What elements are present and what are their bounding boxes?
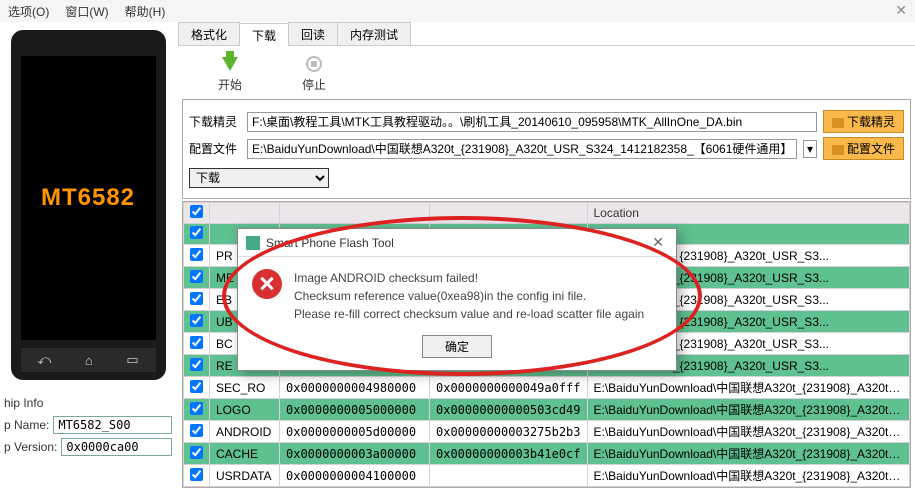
chip-info: hip Info p Name: p Version: — [0, 392, 176, 464]
download-agent-label: 下载精灵 — [189, 113, 241, 130]
phone-navbar: ⤺ ⌂ ▭ — [21, 348, 156, 372]
tab-readback[interactable]: 回读 — [288, 22, 338, 45]
end-addr: 0x00000000003275b2b3 — [430, 421, 588, 443]
tab-memtest[interactable]: 内存测试 — [337, 22, 411, 45]
table-row[interactable]: SEC_RO0x00000000049800000x0000000000049a… — [184, 377, 910, 399]
app-icon — [246, 236, 260, 250]
recent-icon: ▭ — [126, 352, 138, 368]
phone-illustration: MT6582 ⤺ ⌂ ▭ — [11, 30, 166, 380]
home-icon: ⌂ — [85, 353, 93, 368]
table-row[interactable]: LOGO0x00000000050000000x00000000000503cd… — [184, 399, 910, 421]
dialog-message: Image ANDROID checksum failed! Checksum … — [294, 269, 644, 323]
row-checkbox[interactable] — [190, 380, 203, 393]
part-name: USRDATA — [210, 465, 280, 487]
config-area: 下载精灵 下载精灵 配置文件 ▾ 配置文件 下载 — [182, 99, 911, 199]
ok-button[interactable]: 确定 — [422, 335, 492, 358]
close-icon[interactable]: ✕ — [895, 2, 907, 19]
row-checkbox[interactable] — [190, 226, 203, 239]
stop-label: 停止 — [302, 76, 326, 93]
end-addr: 0x00000000003b41e0cf — [430, 443, 588, 465]
chip-name-label: p Name: — [4, 418, 49, 432]
chip-version-field[interactable] — [61, 438, 172, 456]
row-checkbox[interactable] — [190, 292, 203, 305]
start-button[interactable]: 开始 — [218, 54, 242, 93]
row-checkbox[interactable] — [190, 468, 203, 481]
row-checkbox[interactable] — [190, 424, 203, 437]
start-icon — [222, 57, 238, 71]
row-checkbox[interactable] — [190, 336, 203, 349]
scatter-file-label: 配置文件 — [189, 140, 241, 157]
stop-button[interactable]: 停止 — [302, 54, 326, 93]
tab-format[interactable]: 格式化 — [178, 22, 240, 45]
download-mode-select[interactable]: 下载 — [189, 168, 329, 188]
row-checkbox[interactable] — [190, 402, 203, 415]
back-icon: ⤺ — [37, 352, 51, 368]
row-checkbox[interactable] — [190, 358, 203, 371]
part-name: SEC_RO — [210, 377, 280, 399]
dropdown-icon[interactable]: ▾ — [803, 140, 817, 158]
col-begin[interactable] — [280, 203, 430, 224]
col-end[interactable] — [430, 203, 588, 224]
end-addr: 0x0000000000049a0fff — [430, 377, 588, 399]
dialog-title: Smart Phone Flash Tool — [266, 236, 648, 250]
select-all-checkbox[interactable] — [190, 205, 203, 218]
dialog-close-icon[interactable]: ✕ — [648, 234, 668, 251]
row-checkbox[interactable] — [190, 270, 203, 283]
col-name[interactable] — [210, 203, 280, 224]
begin-addr: 0x0000000004980000 — [280, 377, 430, 399]
end-addr — [430, 465, 588, 487]
download-agent-path[interactable] — [247, 112, 817, 132]
part-name: LOGO — [210, 399, 280, 421]
row-checkbox[interactable] — [190, 314, 203, 327]
download-agent-browse[interactable]: 下载精灵 — [823, 110, 904, 133]
folder-icon — [832, 118, 844, 128]
begin-addr: 0x0000000005000000 — [280, 399, 430, 421]
error-dialog: Smart Phone Flash Tool ✕ Image ANDROID c… — [237, 228, 677, 371]
stop-icon — [306, 56, 322, 72]
end-addr: 0x00000000000503cd49 — [430, 399, 588, 421]
scatter-file-path[interactable] — [247, 139, 797, 159]
error-icon — [252, 269, 282, 299]
tab-download[interactable]: 下载 — [239, 23, 289, 46]
location: E:\BaiduYunDownload\中国联想A320t_{231908}_A… — [587, 443, 910, 465]
part-name: ANDROID — [210, 421, 280, 443]
location: E:\BaiduYunDownload\中国联想A320t_{231908}_A… — [587, 421, 910, 443]
chip-name-field[interactable] — [53, 416, 172, 434]
chip-info-title: hip Info — [4, 396, 172, 410]
begin-addr: 0x0000000005d00000 — [280, 421, 430, 443]
menu-help[interactable]: 帮助(H) — [125, 3, 166, 20]
table-row[interactable]: USRDATA0x0000000004100000 E:\BaiduYunDown… — [184, 465, 910, 487]
begin-addr: 0x0000000004100000 — [280, 465, 430, 487]
toolbar: 开始 停止 — [178, 46, 915, 97]
location: E:\BaiduYunDownload\中国联想A320t_{231908}_A… — [587, 399, 910, 421]
table-row[interactable]: CACHE0x0000000003a000000x00000000003b41e… — [184, 443, 910, 465]
phone-screen: MT6582 — [21, 56, 156, 340]
menubar: 选项(O) 窗口(W) 帮助(H) — [0, 0, 915, 22]
begin-addr: 0x0000000003a00000 — [280, 443, 430, 465]
part-name: CACHE — [210, 443, 280, 465]
chip-version-label: p Version: — [4, 440, 57, 454]
col-location[interactable]: Location — [587, 203, 910, 224]
chipset-label: MT6582 — [41, 184, 135, 212]
phone-panel: MT6582 ⤺ ⌂ ▭ hip Info p Name: p Version: — [0, 22, 176, 500]
table-header: Location — [184, 203, 910, 224]
menu-options[interactable]: 选项(O) — [8, 3, 49, 20]
folder-icon — [832, 145, 844, 155]
location: E:\BaiduYunDownload\中国联想A320t_{231908}_A… — [587, 465, 910, 487]
scatter-file-browse[interactable]: 配置文件 — [823, 137, 904, 160]
row-checkbox[interactable] — [190, 248, 203, 261]
location: E:\BaiduYunDownload\中国联想A320t_{231908}_A… — [587, 377, 910, 399]
table-row[interactable]: ANDROID0x0000000005d000000x0000000000327… — [184, 421, 910, 443]
row-checkbox[interactable] — [190, 446, 203, 459]
start-label: 开始 — [218, 76, 242, 93]
menu-window[interactable]: 窗口(W) — [65, 3, 108, 20]
tabs: 格式化 下载 回读 内存测试 — [178, 22, 915, 46]
